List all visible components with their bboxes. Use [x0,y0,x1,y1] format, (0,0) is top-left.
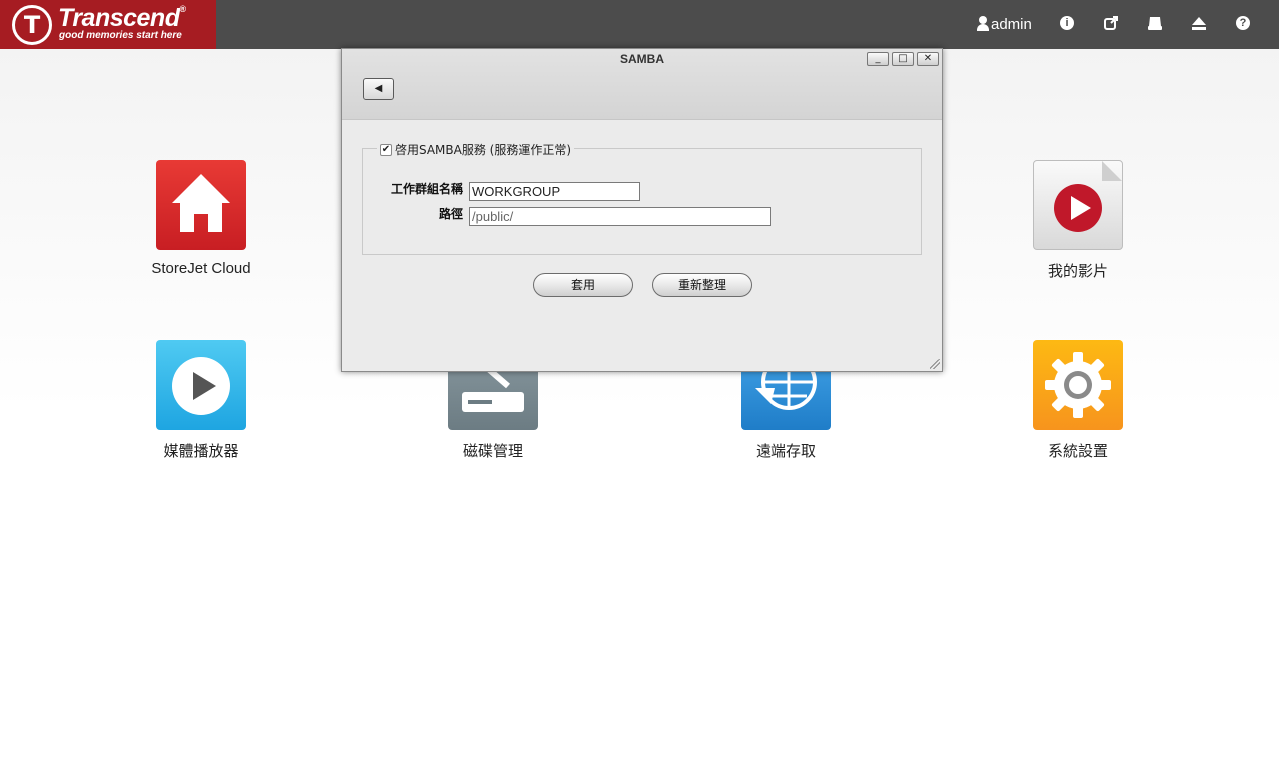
app-my-videos[interactable]: 我的影片 [1008,160,1148,281]
app-label: StoreJet Cloud [151,260,251,277]
workgroup-label: 工作群組名稱 [390,182,463,196]
external-link-icon[interactable] [1103,15,1119,31]
video-play-icon [1033,160,1123,250]
drive-icon[interactable] [1147,15,1163,31]
app-label: 磁碟管理 [462,443,523,460]
home-icon [156,160,246,250]
path-label: 路徑 [438,207,463,221]
close-icon[interactable]: ✕ [917,52,939,66]
minimize-icon[interactable]: _ [867,52,889,66]
app-system-settings[interactable]: 系統設置 [1008,340,1148,461]
gear-icon [1033,340,1123,430]
logo-registered: ® [179,4,186,14]
app-label: 系統設置 [1047,443,1108,460]
help-icon[interactable]: ? [1235,15,1251,31]
play-icon [156,340,246,430]
user-name: admin [991,15,1032,33]
logo-tagline: good memories start here [59,30,182,41]
app-label: 我的影片 [1047,263,1108,280]
resize-grip-icon[interactable] [930,359,940,369]
info-icon[interactable]: i [1059,15,1075,31]
app-label: 媒體播放器 [163,443,239,460]
app-media-player[interactable]: 媒體播放器 [131,340,271,461]
user-menu[interactable]: admin [976,15,1032,33]
samba-dialog: SAMBA _ □ ✕ ◀ ✔ 啓用SAMBA服務 (服務運作正常) 工作群組名… [341,48,943,372]
samba-enable-label: 啓用SAMBA服務 (服務運作正常) [395,143,572,157]
workgroup-input[interactable]: WORKGROUP [469,182,640,201]
logo-name: Transcend [58,4,180,32]
app-storejet-cloud[interactable]: StoreJet Cloud [131,160,271,277]
dialog-title: SAMBA [620,52,664,66]
samba-enable-row: ✔ 啓用SAMBA服務 (服務運作正常) [377,141,575,158]
eject-icon[interactable] [1191,15,1207,31]
maximize-icon[interactable]: □ [892,52,914,66]
refresh-button[interactable]: 重新整理 [652,273,752,297]
samba-enable-checkbox[interactable]: ✔ [380,143,392,156]
dialog-header[interactable]: SAMBA _ □ ✕ ◀ [342,49,942,120]
top-bar: T Transcend® good memories start here ad… [0,0,1279,49]
user-icon [976,16,990,32]
samba-settings-group: ✔ 啓用SAMBA服務 (服務運作正常) 工作群組名稱 WORKGROUP 路徑… [362,141,922,255]
back-button[interactable]: ◀ [363,78,394,100]
app-label: 遠端存取 [755,443,816,460]
apply-button[interactable]: 套用 [533,273,633,297]
transcend-logo[interactable]: T Transcend® good memories start here [0,0,216,49]
path-input[interactable]: /public/ [469,207,771,226]
logo-mark: T [12,5,52,45]
